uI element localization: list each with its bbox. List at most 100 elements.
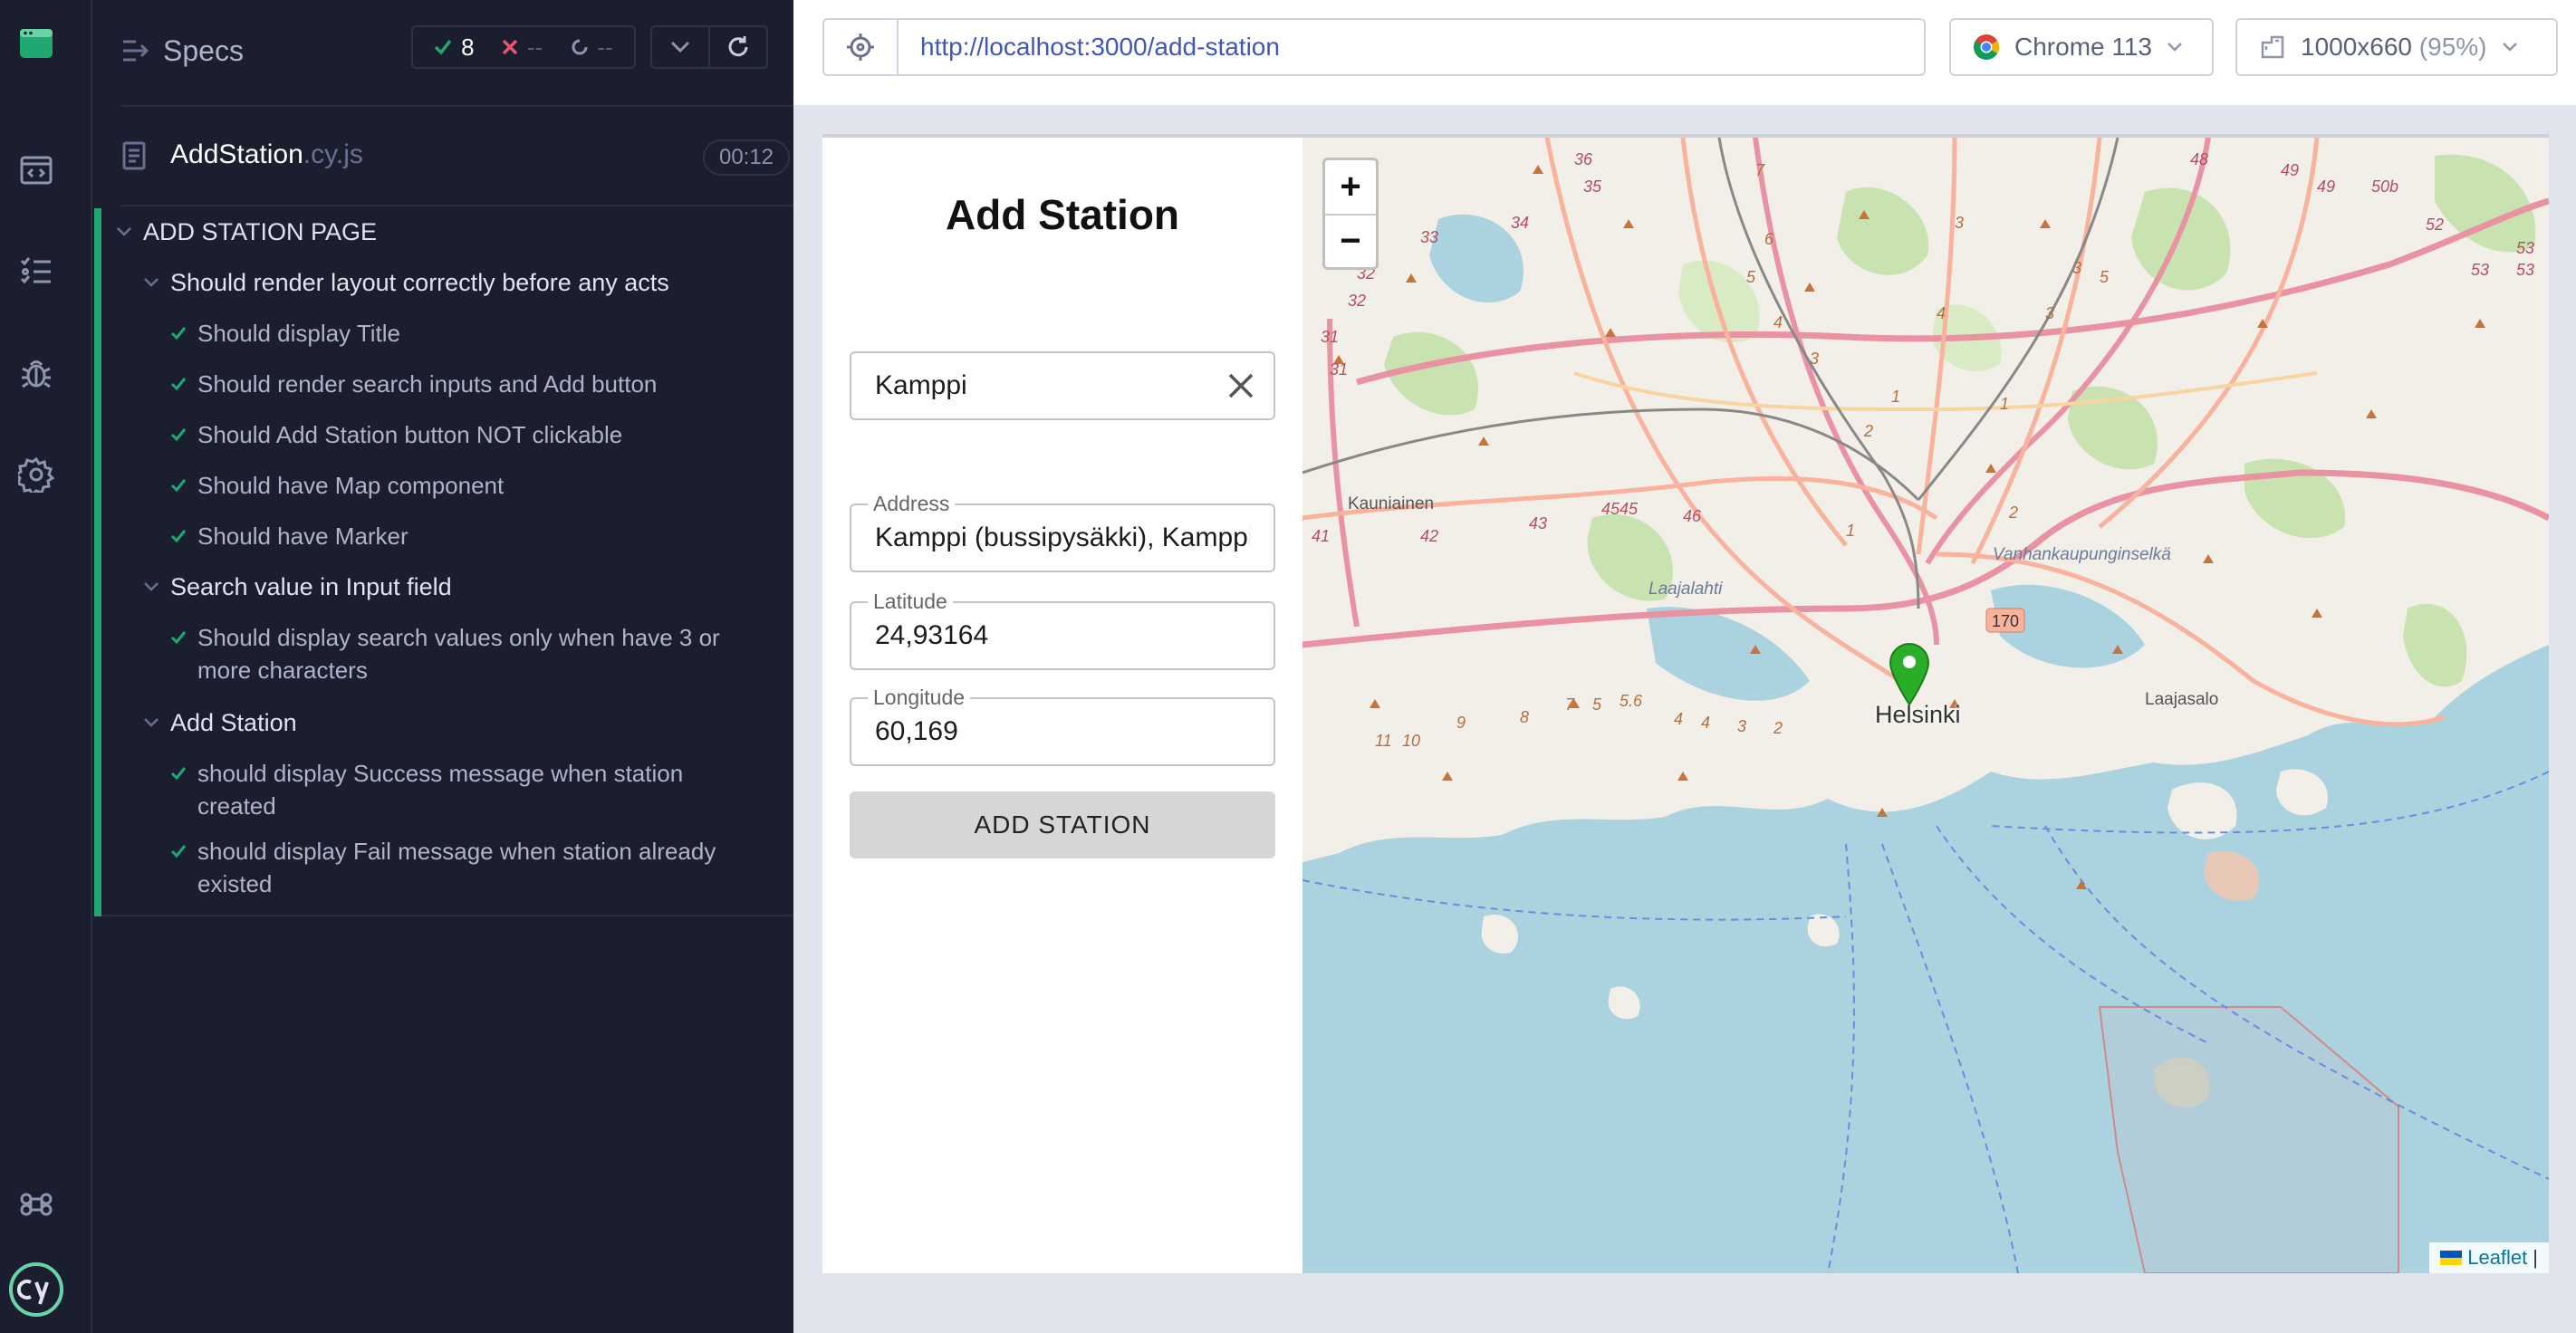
map[interactable]: 36 35 34 33 32 32 31 31 41 42 43 45 45 46 48 49 49 50… (1302, 138, 2549, 1273)
test-item[interactable]: Should render search inputs and Add butt… (170, 368, 732, 400)
test-tree: ADD STATION PAGE Should render layout co… (94, 208, 793, 916)
svg-text:7: 7 (1755, 161, 1765, 179)
main-area: http://localhost:3000/add-station Chrome… (793, 0, 2576, 1333)
suite-add-station-page[interactable]: ADD STATION PAGE (116, 216, 377, 248)
latitude-field[interactable]: Latitude 24,93164 (850, 589, 1275, 670)
search-input[interactable]: Kamppi (850, 351, 1275, 420)
check-icon (170, 767, 187, 781)
check-icon (170, 631, 187, 645)
zoom-control: + − (1322, 158, 1379, 270)
chevron-down-icon (670, 41, 690, 53)
svg-text:43: 43 (1529, 514, 1547, 532)
url-text[interactable]: http://localhost:3000/add-station (899, 20, 1280, 74)
cypress-logo-icon[interactable] (7, 1261, 65, 1319)
pass-status-bar (94, 208, 101, 916)
add-station-form-panel: Add Station Kamppi Address Kamppi (bussi… (822, 138, 1302, 1273)
svg-text:1: 1 (1891, 388, 1900, 406)
reporter-header: Specs 8 -- -- (94, 0, 793, 100)
spec-file-name[interactable]: AddStation.cy.js (170, 139, 363, 170)
svg-text:53: 53 (2471, 261, 2489, 279)
svg-text:7: 7 (1565, 695, 1575, 714)
chevron-down-icon (117, 227, 131, 236)
runs-icon[interactable] (16, 252, 56, 292)
cypress-app-icon[interactable] (16, 24, 56, 63)
map-place-label: Kauniainen (1348, 494, 1435, 513)
svg-text:9: 9 (1456, 714, 1466, 732)
menu-expand-icon (123, 40, 149, 62)
svg-text:5: 5 (1746, 268, 1756, 286)
spec-file-header: AddStation.cy.js 00:12 (121, 105, 793, 206)
cross-icon (502, 39, 518, 55)
run-controls (650, 25, 768, 69)
map-place-label: Laajasalo (2145, 690, 2219, 709)
zoom-out-button[interactable]: − (1325, 214, 1376, 267)
svg-text:34: 34 (1511, 214, 1529, 232)
selector-playground-button[interactable] (824, 20, 899, 74)
suite-search-value[interactable]: Search value in Input field (143, 571, 452, 603)
test-item[interactable]: Should display search values only when h… (170, 621, 732, 686)
svg-text:53: 53 (2516, 261, 2534, 279)
specs-label: Specs (163, 34, 244, 67)
suite-add-station[interactable]: Add Station (143, 706, 297, 739)
passed-count: 8 (434, 34, 475, 62)
test-item[interactable]: Should Add Station button NOT clickable (170, 418, 732, 451)
test-item[interactable]: Should have Marker (170, 520, 732, 552)
svg-text:3: 3 (1810, 350, 1819, 368)
test-item[interactable]: Should display Title (170, 317, 732, 350)
svg-text:49: 49 (2281, 161, 2299, 179)
zoom-in-button[interactable]: + (1325, 160, 1376, 214)
specs-toggle-button[interactable]: Specs (121, 31, 244, 71)
settings-icon[interactable] (16, 455, 56, 494)
map-pin-icon (1889, 643, 1930, 706)
page-title: Add Station (945, 191, 1180, 238)
ruler-icon (2261, 35, 2284, 59)
map-place-label: Laajalahti (1648, 580, 1723, 599)
chevron-down-icon (2167, 43, 2182, 52)
failed-count: -- (502, 34, 543, 62)
chevron-down-icon (144, 278, 159, 287)
test-stats: 8 -- -- (411, 25, 636, 69)
suite-render-layout[interactable]: Should render layout correctly before an… (143, 266, 669, 299)
svg-text:53: 53 (2516, 239, 2534, 257)
svg-text:5.6: 5.6 (1620, 692, 1643, 710)
side-nav-rail (0, 0, 92, 1333)
map-place-label: Vanhankaupunginselkä (1993, 545, 2171, 564)
svg-text:32: 32 (1348, 292, 1366, 310)
svg-text:3: 3 (2072, 259, 2081, 277)
svg-text:35: 35 (1583, 177, 1602, 196)
crosshair-icon (847, 34, 874, 61)
svg-text:4: 4 (1701, 714, 1710, 732)
svg-text:48: 48 (2190, 150, 2208, 168)
chevron-down-icon (144, 718, 159, 727)
address-field[interactable]: Address Kamppi (bussipysäkki), Kamppi (850, 491, 1275, 572)
svg-text:6: 6 (1764, 230, 1774, 248)
url-bar[interactable]: http://localhost:3000/add-station (822, 18, 1926, 76)
test-item[interactable]: should display Success message when stat… (170, 757, 732, 822)
leaflet-link[interactable]: Leaflet (2467, 1246, 2527, 1270)
svg-text:1: 1 (2000, 395, 2009, 413)
check-icon (170, 378, 187, 391)
svg-text:4: 4 (1773, 313, 1783, 331)
keyboard-shortcuts-icon[interactable] (16, 1184, 56, 1224)
collapse-all-button[interactable] (652, 27, 708, 67)
check-icon (434, 39, 452, 55)
ukraine-flag-icon (2440, 1251, 2463, 1265)
test-item[interactable]: should display Fail message when station… (170, 835, 732, 900)
longitude-field[interactable]: Longitude 60,169 (850, 685, 1275, 766)
svg-text:3: 3 (1955, 214, 1964, 232)
debug-icon[interactable] (16, 353, 56, 393)
svg-text:36: 36 (1574, 150, 1593, 168)
test-item[interactable]: Should have Map component (170, 469, 732, 502)
add-station-button[interactable]: ADD STATION (850, 791, 1275, 858)
svg-text:11: 11 (1375, 732, 1392, 750)
viewport-selector[interactable]: 1000x660 (95%) (2235, 18, 2558, 76)
pending-count: -- (571, 34, 613, 62)
svg-text:45: 45 (1620, 500, 1639, 518)
rerun-button[interactable] (708, 27, 766, 67)
close-icon[interactable] (1226, 371, 1255, 400)
location-marker[interactable] (1888, 641, 1931, 711)
browser-selector[interactable]: Chrome 113 (1949, 18, 2214, 76)
browser-toolbar: http://localhost:3000/add-station Chrome… (793, 0, 2576, 105)
specs-icon[interactable] (16, 150, 56, 190)
check-icon (170, 530, 187, 543)
